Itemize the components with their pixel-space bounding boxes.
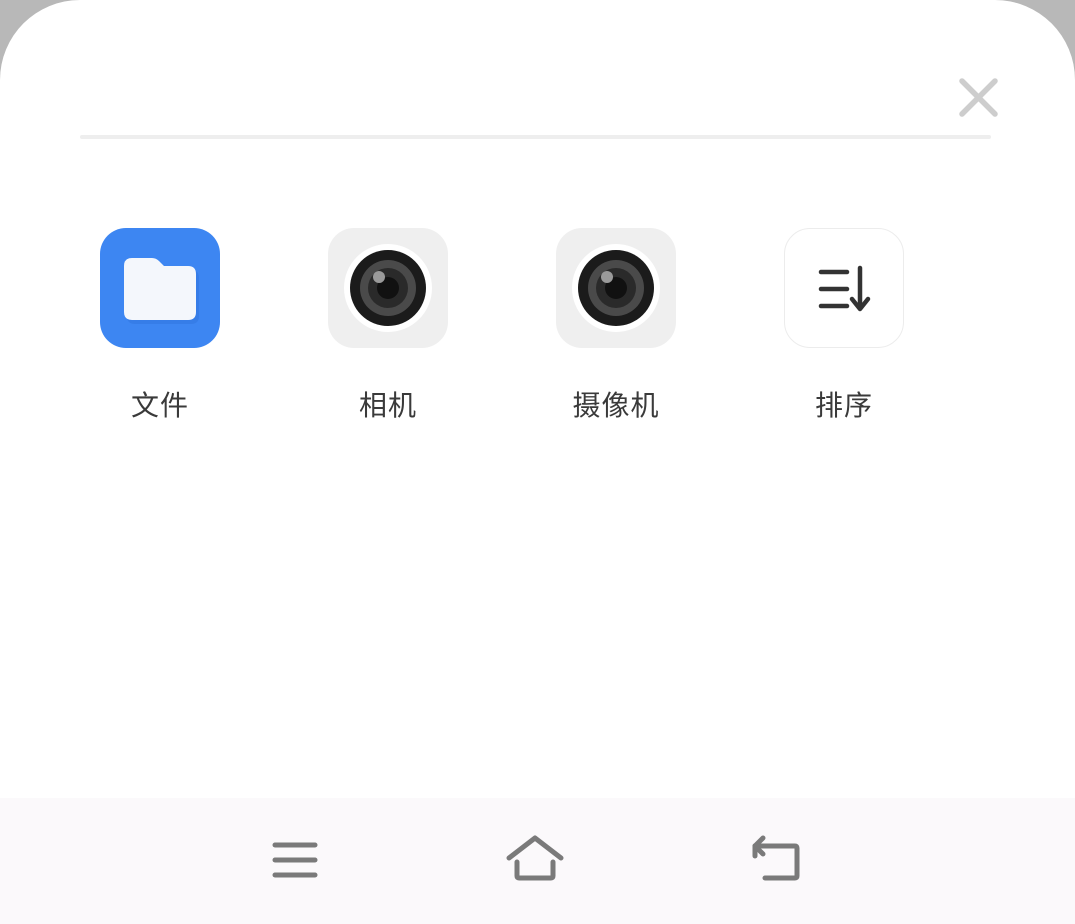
app-item-sort[interactable]: 排序 [754,228,934,428]
home-button[interactable] [495,820,575,900]
close-icon [959,78,998,117]
app-item-files[interactable]: 文件 [70,228,250,428]
back-icon [752,835,800,881]
app-label: 文件 [130,389,189,422]
app-item-video-camera[interactable]: 摄像机 [526,228,706,428]
close-button[interactable] [952,72,1004,124]
back-button[interactable] [737,820,817,900]
home-icon [506,835,564,881]
folder-icon [100,228,220,348]
share-sheet: 文件 相机 摄像机 排序 [0,0,1075,924]
camera-lens-icon [328,228,448,348]
app-label: 摄像机 [572,389,660,422]
camera-lens-icon [556,228,676,348]
app-label: 排序 [814,389,873,422]
app-label: 相机 [358,389,417,422]
divider [80,135,991,139]
navigation-bar [0,798,1075,924]
menu-button[interactable] [255,820,335,900]
sort-icon [784,228,904,348]
app-item-camera[interactable]: 相机 [298,228,478,428]
menu-icon [272,842,318,878]
